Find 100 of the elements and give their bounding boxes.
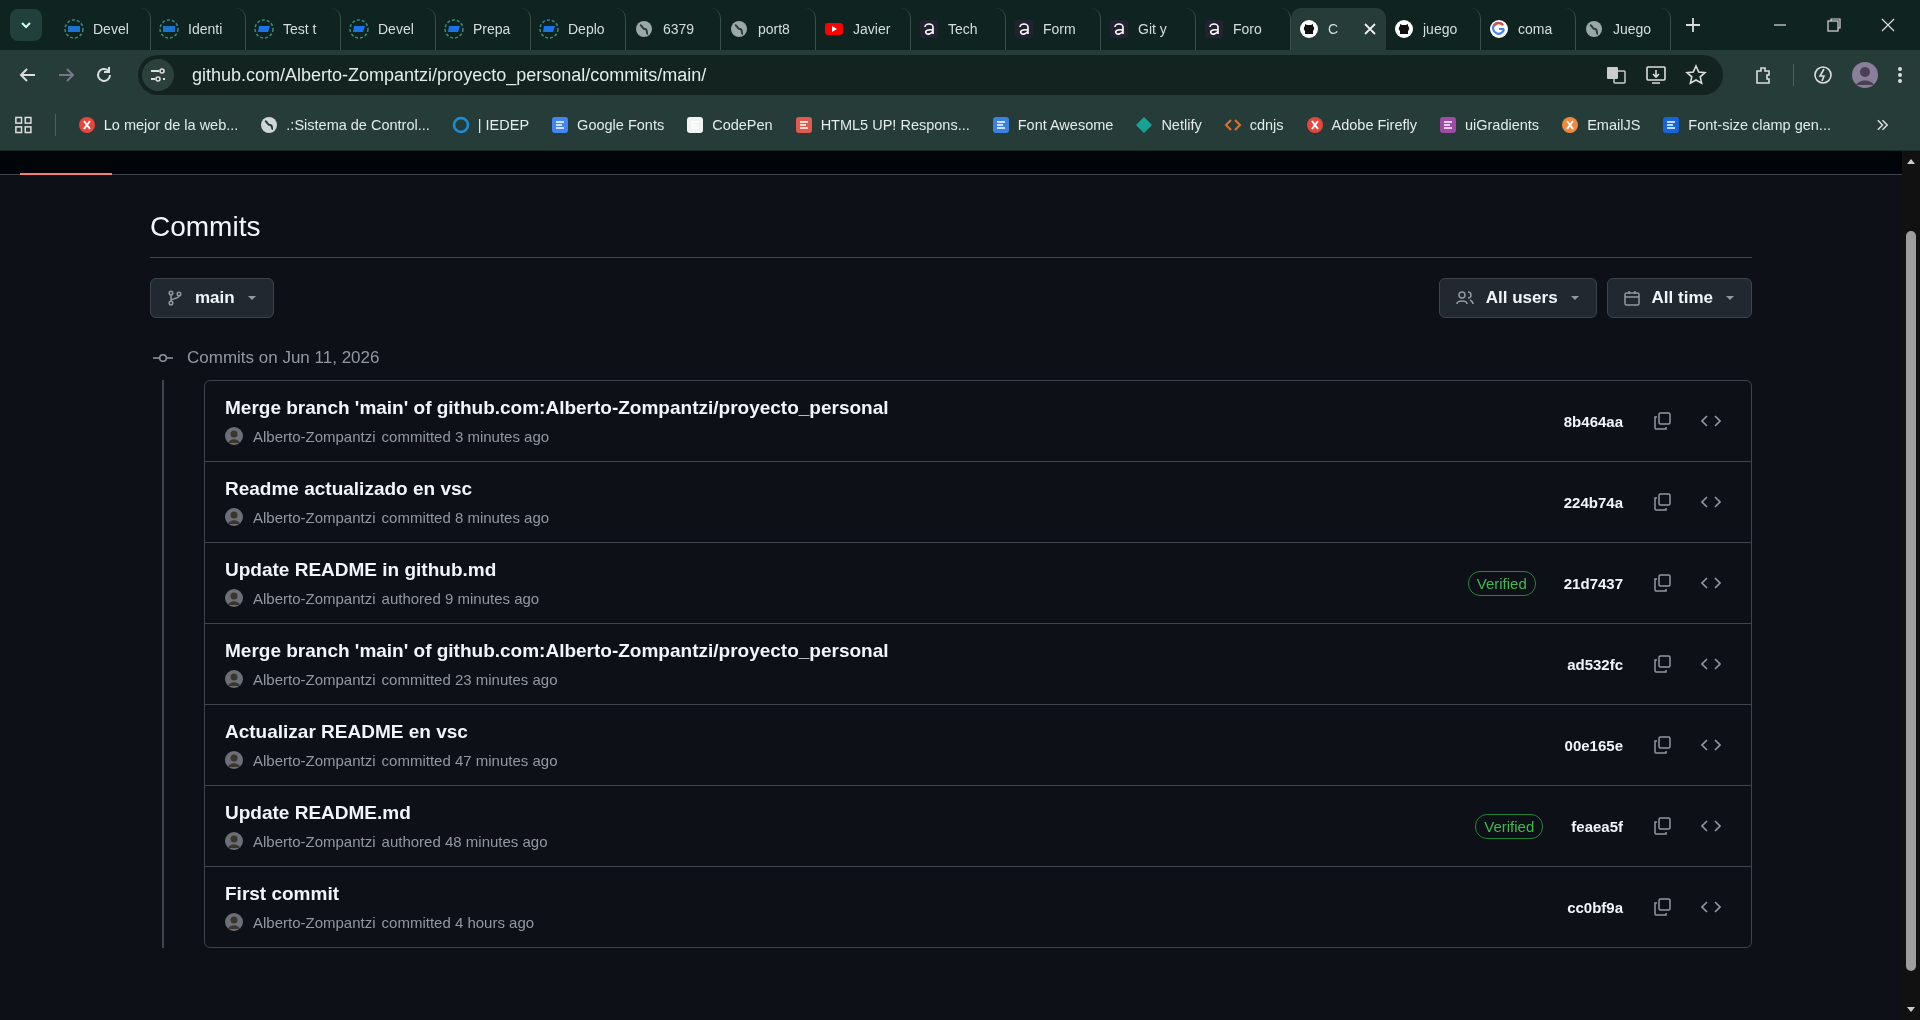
commit-sha[interactable]: feaea5f xyxy=(1571,817,1623,835)
translate-icon[interactable] xyxy=(1605,64,1627,86)
commit-detail: authored 48 minutes ago xyxy=(381,832,548,850)
flag-icon xyxy=(539,19,559,39)
avatar-icon[interactable] xyxy=(225,670,243,688)
bookmark[interactable]: EmailJS xyxy=(1561,116,1641,134)
branch-button[interactable]: main xyxy=(150,278,274,318)
commit-sha[interactable]: 21d7437 xyxy=(1563,574,1623,592)
bookmark[interactable]: uiGradients xyxy=(1438,116,1540,134)
new-tab-icon[interactable] xyxy=(1685,17,1701,33)
commit-message[interactable]: Merge branch 'main' of github.com:Alberto-Zompantzi/proyecto_personal xyxy=(225,640,1546,662)
square-logo-icon xyxy=(991,116,1010,134)
close-icon[interactable] xyxy=(1363,22,1377,36)
letter-mark-icon xyxy=(1204,19,1224,39)
bookmark[interactable]: Font-size clamp gen... xyxy=(1662,116,1831,134)
copy-icon[interactable] xyxy=(1653,493,1671,511)
tab-search-button[interactable] xyxy=(10,9,42,41)
square-logo-icon xyxy=(1438,116,1457,134)
commit-sha[interactable]: 00e165e xyxy=(1564,736,1623,754)
calendar-icon xyxy=(1623,290,1640,306)
code-icon[interactable] xyxy=(1701,899,1721,915)
browser-tab[interactable]: C xyxy=(1291,8,1386,50)
code-icon[interactable] xyxy=(1701,737,1721,753)
star-icon[interactable] xyxy=(1685,64,1707,86)
author-link[interactable]: Alberto-Zompantzi xyxy=(253,427,376,445)
scrollbar[interactable] xyxy=(1902,151,1920,1020)
bookmark[interactable]: Adobe Firefly xyxy=(1305,116,1417,134)
bookmark[interactable]: .:Sistema de Control... xyxy=(260,116,430,134)
tab-title: Prepa xyxy=(473,21,512,37)
commit-sha[interactable]: ad532fc xyxy=(1567,655,1623,673)
commit-sha[interactable]: 224b74a xyxy=(1563,493,1623,511)
copy-icon[interactable] xyxy=(1653,736,1671,754)
scroll-down-icon[interactable] xyxy=(1906,1006,1916,1014)
scroll-up-icon[interactable] xyxy=(1906,157,1916,165)
commit-message[interactable]: First commit xyxy=(225,883,1546,905)
avatar-icon[interactable] xyxy=(225,508,243,526)
globe-icon xyxy=(634,19,654,39)
copy-icon[interactable] xyxy=(1653,817,1671,835)
address-bar[interactable]: github.com/Alberto-Zompantzi/proyecto_personal/commits/main/ xyxy=(138,55,1723,95)
close-window-icon[interactable] xyxy=(1880,17,1896,33)
avatar-icon[interactable] xyxy=(225,589,243,607)
avatar-icon[interactable] xyxy=(225,832,243,850)
tab-title: C xyxy=(1328,21,1340,37)
avatar-icon[interactable] xyxy=(225,913,243,931)
code-icon[interactable] xyxy=(1701,818,1721,834)
bookmark[interactable]: | IEDEP xyxy=(451,116,530,134)
more-menu-icon[interactable] xyxy=(1896,65,1904,85)
commit-message[interactable]: Update README.md xyxy=(225,802,1454,824)
bookmark[interactable]: Lo mejor de la web... xyxy=(77,116,239,134)
square-logo-icon xyxy=(551,116,570,134)
code-icon[interactable] xyxy=(1701,494,1721,510)
commit-message[interactable]: Update README in github.md xyxy=(225,559,1446,581)
commit-sha[interactable]: cc0bf9a xyxy=(1567,898,1623,916)
commit-message[interactable]: Merge branch 'main' of github.com:Alberto-Zompantzi/proyecto_personal xyxy=(225,397,1542,419)
commit-sha[interactable]: 8b464aa xyxy=(1563,412,1623,430)
author-link[interactable]: Alberto-Zompantzi xyxy=(253,751,376,769)
bookmark[interactable]: CodePen xyxy=(686,116,773,134)
bookmark[interactable]: Google Fonts xyxy=(551,116,665,134)
bookmark-title: Adobe Firefly xyxy=(1331,117,1417,133)
author-link[interactable]: Alberto-Zompantzi xyxy=(253,832,376,850)
code-icon[interactable] xyxy=(1701,575,1721,591)
bookmark-title: Netlify xyxy=(1161,117,1202,133)
avatar-icon[interactable] xyxy=(225,751,243,769)
tab-title: Foro xyxy=(1233,21,1263,37)
bookmark[interactable]: Netlify xyxy=(1135,116,1202,134)
restore-icon[interactable] xyxy=(1826,17,1842,33)
reload-icon[interactable] xyxy=(94,65,114,85)
commit-message[interactable]: Actualizar README en vsc xyxy=(225,721,1543,743)
code-icon[interactable] xyxy=(1701,656,1721,672)
filter-button[interactable]: All time xyxy=(1606,278,1752,318)
bookmark[interactable]: cdnjs xyxy=(1223,116,1284,134)
verified-label[interactable]: Verified xyxy=(1475,813,1544,839)
tab-title: Deplo xyxy=(568,21,606,37)
bolt-circle-icon[interactable] xyxy=(1812,64,1834,86)
author-link[interactable]: Alberto-Zompantzi xyxy=(253,670,376,688)
bookmark-title: | IEDEP xyxy=(477,117,530,133)
bookmark-title: uiGradients xyxy=(1464,117,1540,133)
apps-grid-icon[interactable] xyxy=(14,115,33,135)
scroll-thumb[interactable] xyxy=(1906,231,1916,971)
diamond-icon xyxy=(1135,116,1154,134)
copy-icon[interactable] xyxy=(1653,412,1671,430)
profile-avatar-icon[interactable] xyxy=(1852,62,1878,88)
globe-icon xyxy=(260,116,279,134)
install-icon[interactable] xyxy=(1645,64,1667,86)
commit-message[interactable]: Readme actualizado en vsc xyxy=(225,478,1542,500)
verified-label[interactable]: Verified xyxy=(1467,570,1536,596)
bookmark-title: Lo mejor de la web... xyxy=(103,117,239,133)
copy-icon[interactable] xyxy=(1653,898,1671,916)
code-icon[interactable] xyxy=(1701,413,1721,429)
author-link[interactable]: Alberto-Zompantzi xyxy=(253,508,376,526)
copy-icon[interactable] xyxy=(1653,574,1671,592)
bookmark[interactable]: Font Awesome xyxy=(991,116,1114,134)
avatar-icon[interactable] xyxy=(225,427,243,445)
copy-icon[interactable] xyxy=(1653,655,1671,673)
commit-detail: committed 23 minutes ago xyxy=(381,670,558,688)
filter-button[interactable]: All users xyxy=(1438,278,1597,318)
author-link[interactable]: Alberto-Zompantzi xyxy=(253,913,376,931)
author-link[interactable]: Alberto-Zompantzi xyxy=(253,589,376,607)
bookmark[interactable]: HTML5 UP! Respons... xyxy=(794,116,970,134)
site-settings-icon[interactable] xyxy=(142,59,174,91)
